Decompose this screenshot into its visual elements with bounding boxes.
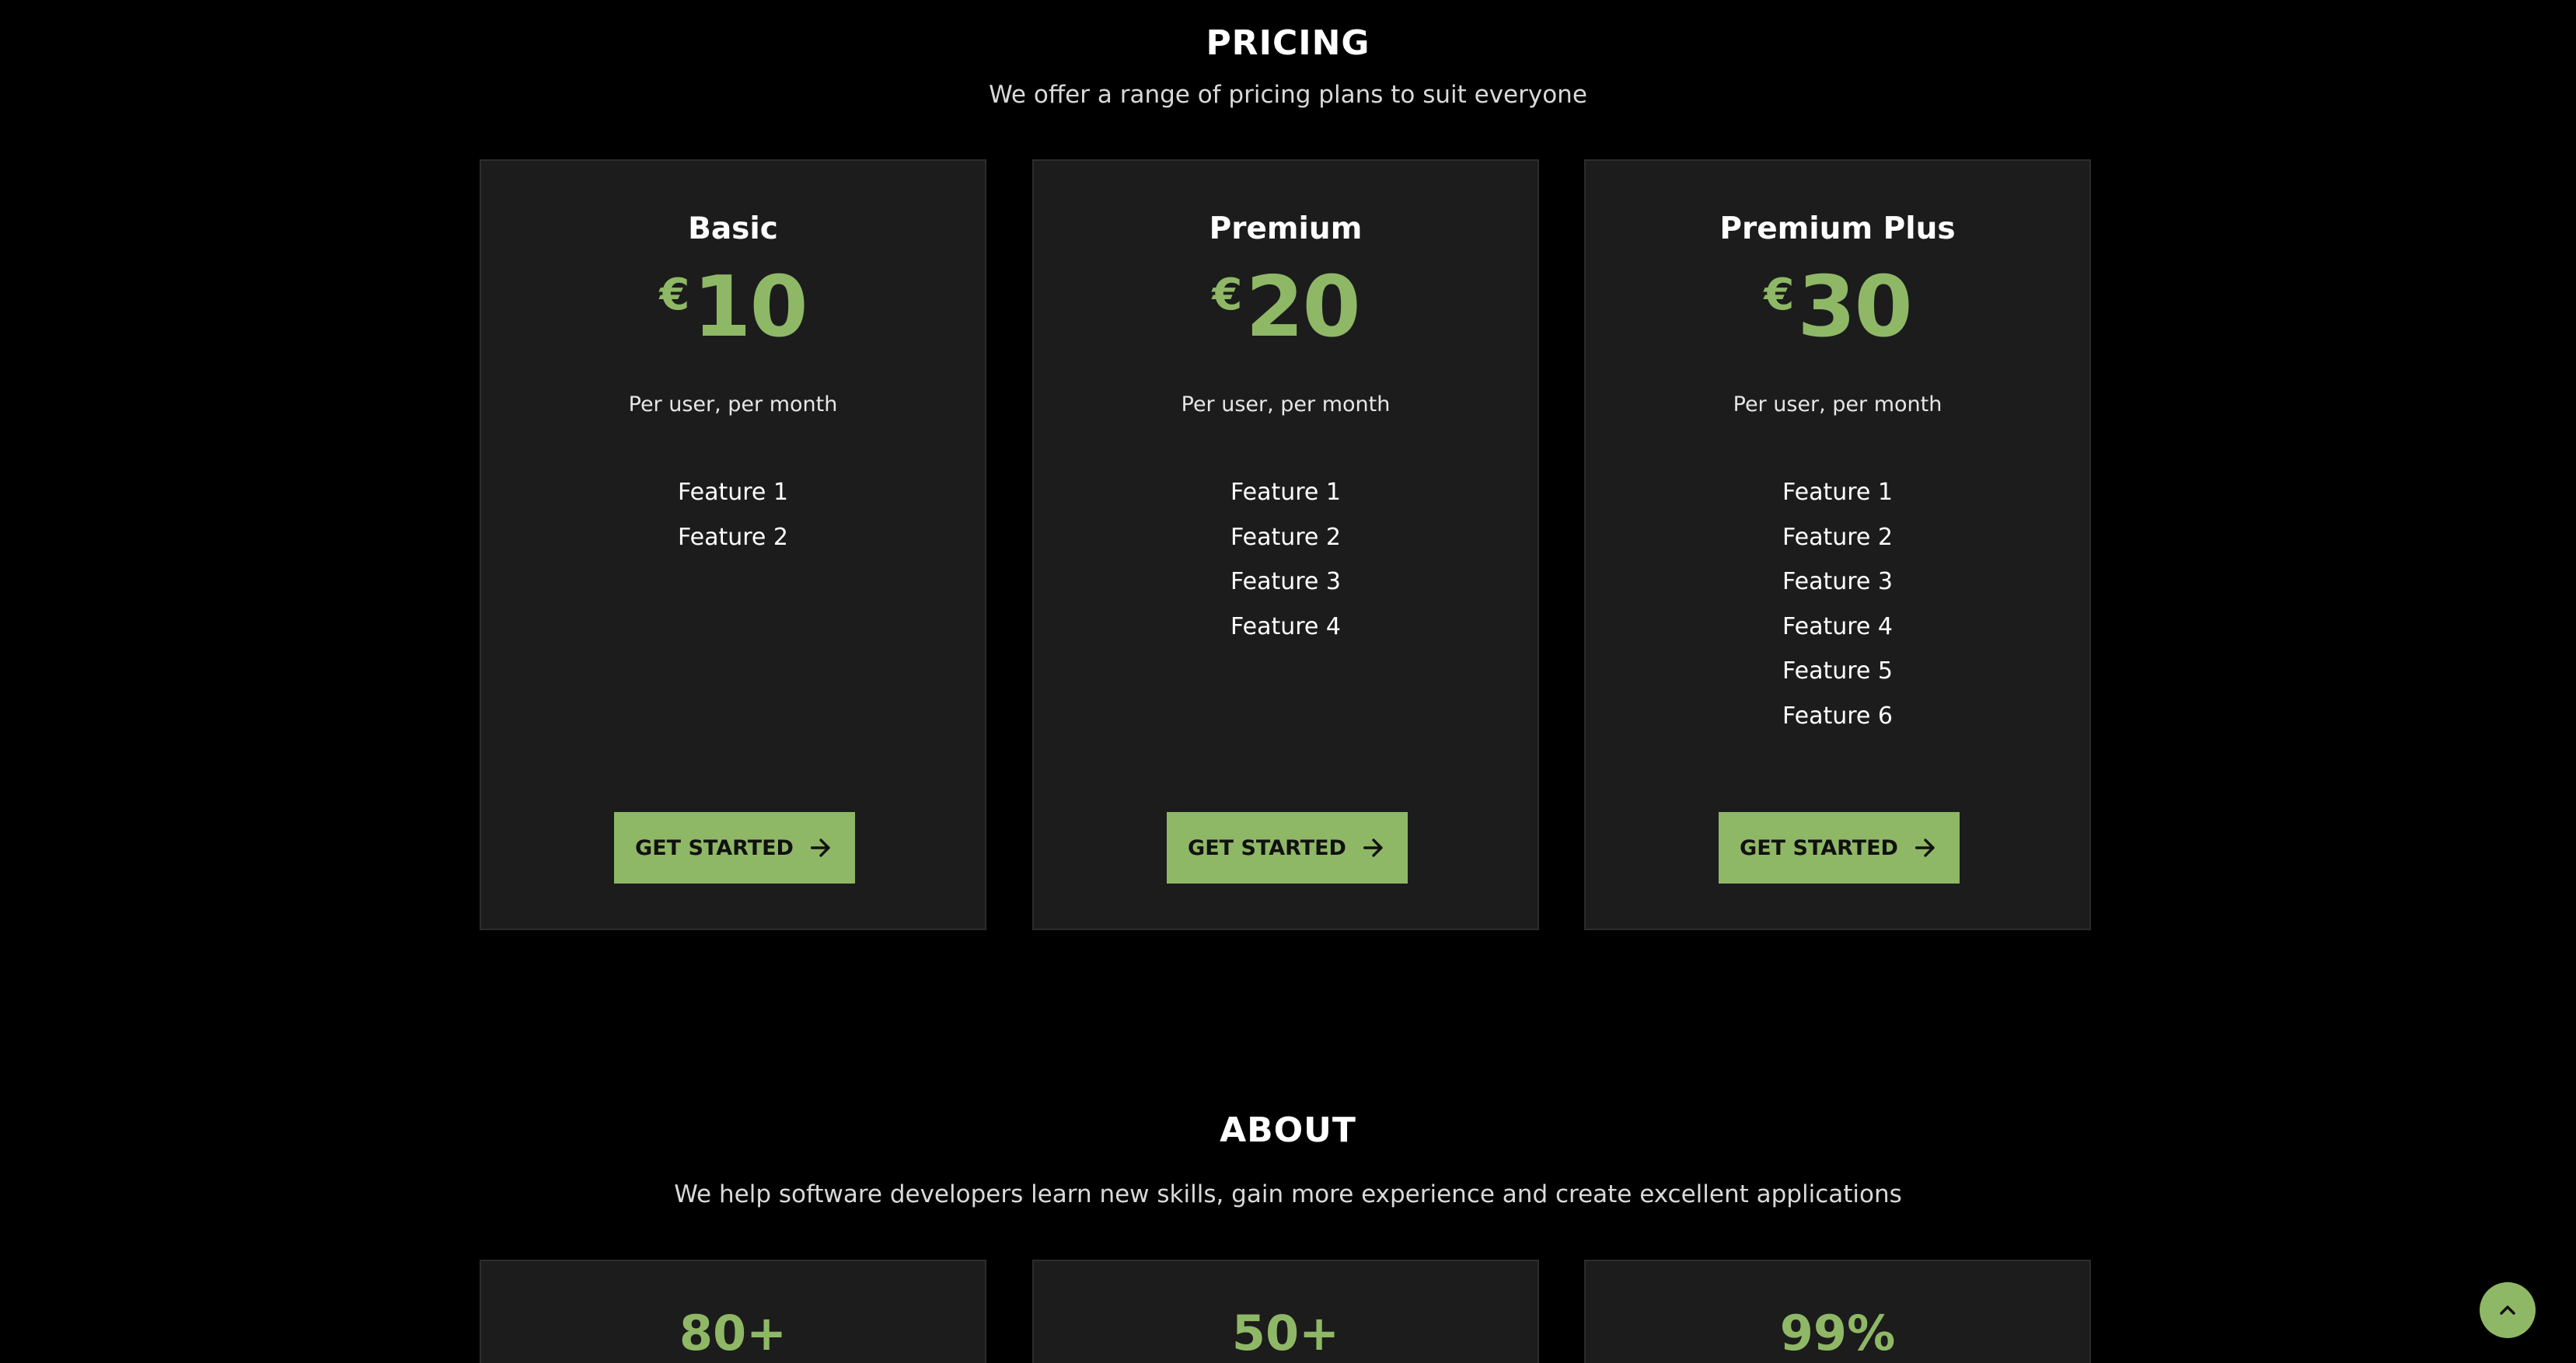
- currency-symbol: €: [1212, 270, 1243, 320]
- currency-symbol: €: [1764, 270, 1795, 320]
- feature-item: Feature 2: [1230, 523, 1341, 551]
- feature-item: Feature 2: [678, 523, 788, 551]
- plan-price: €30: [1586, 266, 2089, 350]
- stat-value: 50+: [1231, 1305, 1340, 1361]
- feature-item: Feature 1: [1230, 479, 1341, 506]
- arrow-right-icon: [1915, 838, 1935, 857]
- feature-item: Feature 3: [1782, 568, 1893, 595]
- plan-name: Premium Plus: [1719, 211, 1956, 246]
- plan-name: Premium: [1209, 211, 1363, 246]
- get-started-label: GET STARTED: [1740, 835, 1898, 860]
- feature-list: Feature 1 Feature 2 Feature 3 Feature 4: [1034, 470, 1538, 649]
- get-started-button[interactable]: GET STARTED: [1167, 812, 1408, 884]
- pricing-title: PRICING: [1206, 23, 1370, 63]
- feature-item: Feature 3: [1230, 568, 1341, 595]
- plan-price: €20: [1034, 266, 1538, 350]
- get-started-button[interactable]: GET STARTED: [614, 812, 855, 884]
- arrow-right-icon: [810, 838, 830, 857]
- feature-list: Feature 1 Feature 2: [481, 470, 985, 559]
- pricing-card-premium-plus: Premium Plus €30 Per user, per month Fea…: [1584, 159, 2091, 930]
- feature-item: Feature 4: [1230, 612, 1341, 640]
- about-title: ABOUT: [1220, 1110, 1356, 1150]
- feature-item: Feature 4: [1782, 612, 1893, 640]
- stat-value: 80+: [679, 1305, 787, 1361]
- feature-item: Feature 5: [1782, 657, 1893, 685]
- pricing-card-premium: Premium €20 Per user, per month Feature …: [1032, 159, 1539, 930]
- price-period: Per user, per month: [628, 392, 838, 417]
- page: PRICING We offer a range of pricing plan…: [0, 0, 2576, 1363]
- stat-card: 50+: [1032, 1260, 1539, 1363]
- price-period: Per user, per month: [1181, 392, 1391, 417]
- price-amount: 30: [1797, 259, 1912, 356]
- arrow-right-icon: [1363, 838, 1383, 857]
- chevron-up-icon: [2500, 1305, 2515, 1315]
- plan-price: €10: [481, 266, 985, 350]
- plan-name: Basic: [688, 211, 778, 246]
- feature-item: Feature 6: [1782, 702, 1893, 730]
- back-to-top-button[interactable]: [2480, 1282, 2536, 1338]
- about-subtitle: We help software developers learn new sk…: [674, 1180, 1902, 1208]
- price-period: Per user, per month: [1733, 392, 1942, 417]
- currency-symbol: €: [659, 270, 690, 320]
- get-started-button[interactable]: GET STARTED: [1719, 812, 1960, 884]
- feature-list: Feature 1 Feature 2 Feature 3 Feature 4 …: [1586, 470, 2089, 738]
- stat-card: 80+: [480, 1260, 986, 1363]
- get-started-label: GET STARTED: [635, 835, 794, 860]
- feature-item: Feature 1: [1782, 479, 1893, 506]
- feature-item: Feature 1: [678, 479, 788, 506]
- get-started-label: GET STARTED: [1188, 835, 1346, 860]
- stat-card: 99%: [1584, 1260, 2091, 1363]
- pricing-card-basic: Basic €10 Per user, per month Feature 1 …: [480, 159, 986, 930]
- price-amount: 10: [693, 259, 808, 356]
- stat-value: 99%: [1779, 1305, 1896, 1361]
- pricing-subtitle: We offer a range of pricing plans to sui…: [989, 81, 1587, 109]
- price-amount: 20: [1245, 259, 1360, 356]
- feature-item: Feature 2: [1782, 523, 1893, 551]
